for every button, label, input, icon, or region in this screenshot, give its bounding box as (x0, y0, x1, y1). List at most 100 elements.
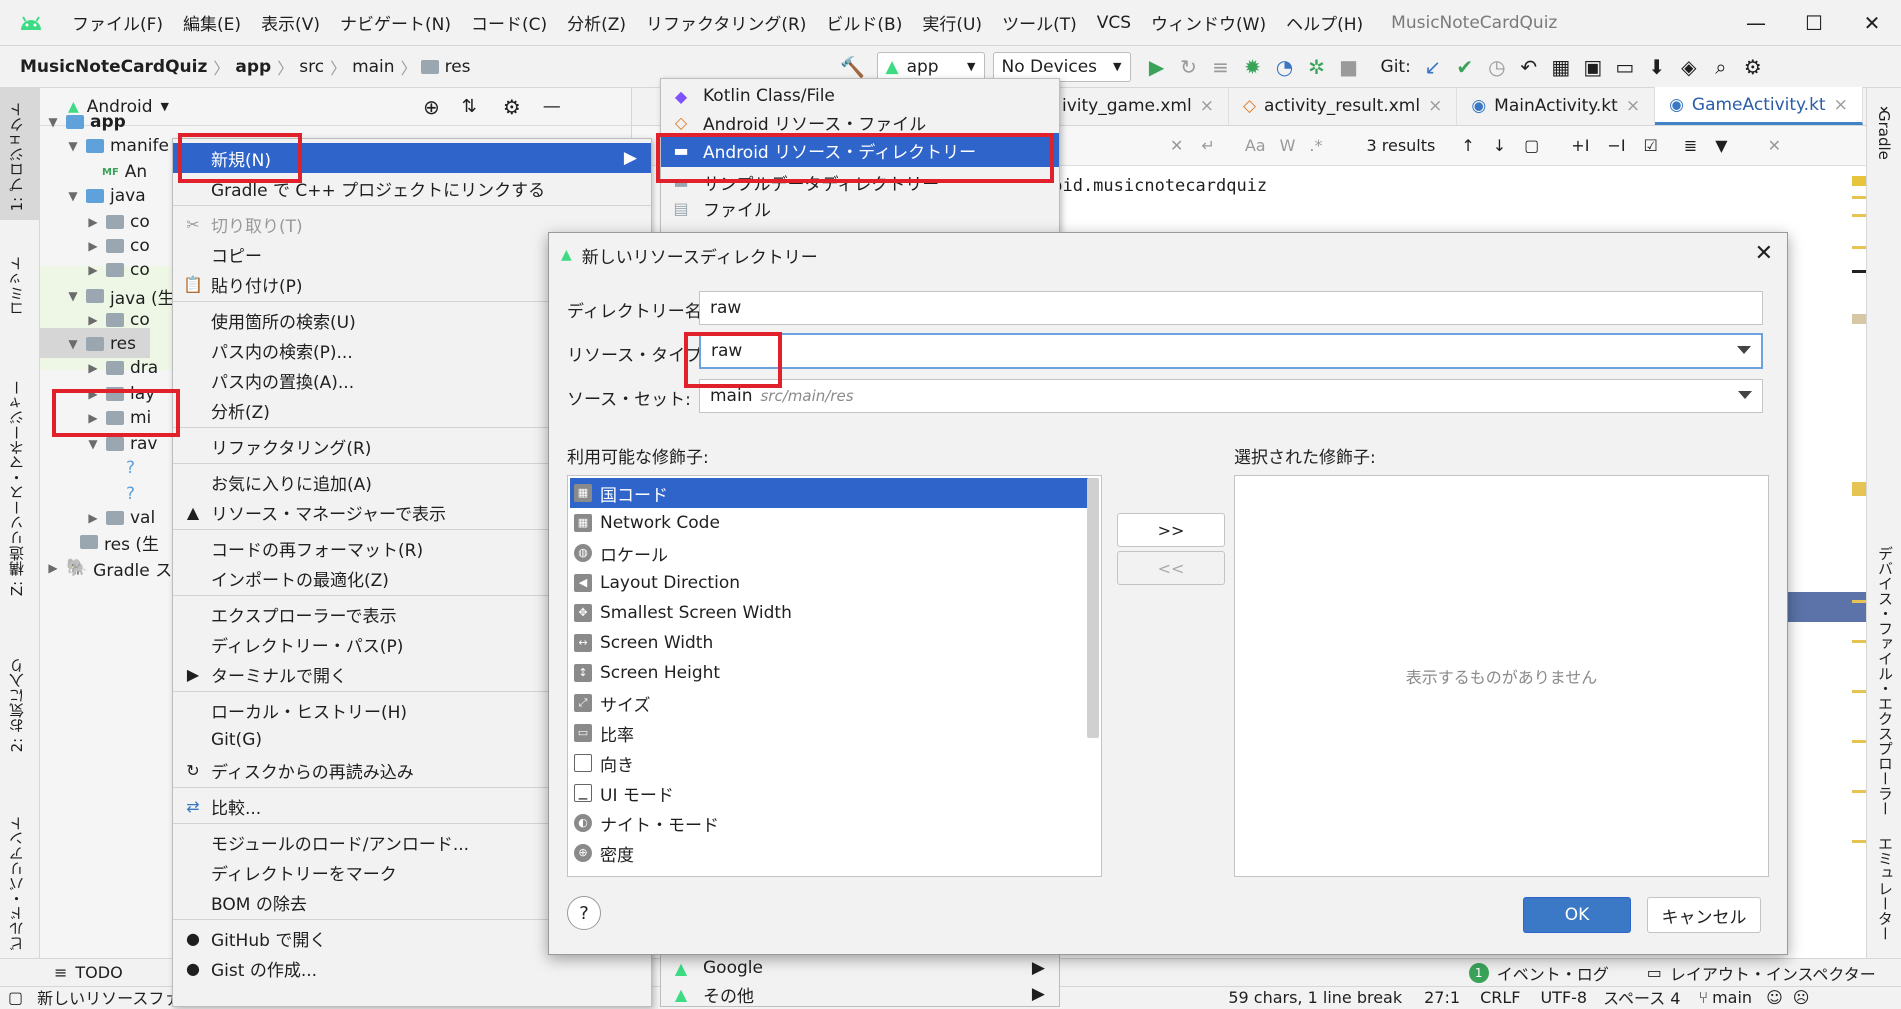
qualifier-item[interactable]: ⊕ 密度 (570, 838, 1100, 868)
submenu-item-other[interactable]: ▲ その他 ▶ (661, 979, 1059, 1009)
status-line-separator[interactable]: CRLF (1480, 988, 1520, 1007)
feedback-icon[interactable]: ☺ (1766, 988, 1783, 1007)
add-qualifier-button[interactable]: >> (1117, 513, 1225, 547)
tab-activity-result-xml[interactable]: ◇ activity_result.xml × (1229, 87, 1458, 125)
clear-search-icon[interactable]: ✕ (1170, 136, 1183, 155)
menu-item-create-gist[interactable]: ● Gist の作成... (173, 953, 651, 983)
qualifier-item[interactable]: ▭ 比率 (570, 718, 1100, 748)
regex-icon[interactable]: .* (1309, 136, 1322, 155)
ok-button[interactable]: OK (1523, 897, 1631, 933)
close-tab-icon[interactable]: × (1428, 96, 1442, 116)
tab-main-activity-kt[interactable]: ◉ MainActivity.kt × (1457, 87, 1656, 125)
attach-debugger-icon[interactable]: ✲ (1301, 52, 1333, 82)
tree-item-raw-file[interactable]: ? (126, 454, 135, 482)
menu-tools[interactable]: ツール(T) (992, 10, 1087, 35)
run-config-dropdown[interactable]: ▲ app ▼ (876, 51, 985, 82)
tree-item-java[interactable]: ▼ java (66, 182, 145, 210)
select-all-icon[interactable]: ☑ (1644, 136, 1658, 155)
source-set-select[interactable]: main src/main/res (699, 379, 1763, 413)
tree-item-manifests[interactable]: ▼ manife (66, 132, 169, 160)
locate-icon[interactable]: ⊕ (423, 95, 440, 119)
device-dropdown[interactable]: No Devices ▼ (992, 51, 1131, 82)
menu-run[interactable]: 実行(U) (912, 10, 992, 35)
menu-edit[interactable]: 編集(E) (173, 10, 251, 35)
layout-icon[interactable]: ▣ (1577, 52, 1609, 82)
git-update-icon[interactable]: ↙ (1417, 52, 1449, 82)
selected-qualifiers-list[interactable]: 表示するものがありません (1234, 475, 1769, 877)
close-window-icon[interactable]: ✕ (1843, 0, 1901, 46)
event-log-tab[interactable]: イベント・ログ (1497, 961, 1609, 985)
qualifier-item[interactable]: ◍ ロケール (570, 538, 1100, 568)
tool-tab-project[interactable]: 1: プロジェクト (6, 102, 27, 211)
menu-navigate[interactable]: ナビゲート(N) (330, 10, 461, 35)
status-git-branch[interactable]: main (1712, 988, 1752, 1007)
status-encoding[interactable]: UTF-8 (1540, 988, 1587, 1007)
qualifier-item[interactable]: 向き (570, 748, 1100, 778)
settings-icon[interactable]: ⚙ (1737, 52, 1769, 82)
select-all-occurrences-icon[interactable]: ▢ (1524, 136, 1539, 155)
qualifier-item[interactable]: ✥ Smallest Screen Width (570, 598, 1100, 628)
qualifier-item[interactable]: ▁ UI モード (570, 778, 1100, 808)
minimize-icon[interactable]: — (1727, 0, 1785, 46)
todo-tab[interactable]: TODO (75, 963, 122, 982)
close-icon[interactable]: ✕ (1755, 241, 1773, 266)
dependency-icon[interactable]: ◈ (1673, 52, 1705, 82)
code-line[interactable]: roid.musicnotecardquiz (1042, 176, 1267, 196)
breadcrumb-main[interactable]: main (346, 57, 400, 77)
tree-item-gradle-scripts[interactable]: ▶ 🐘 Gradle ス (46, 554, 172, 582)
resource-type-select[interactable]: raw (699, 333, 1763, 369)
search-icon[interactable]: ⌕ (1705, 52, 1737, 82)
hammer-icon[interactable]: 🔨 (837, 52, 869, 82)
gear-icon[interactable]: ⚙ (503, 95, 521, 119)
profile-icon[interactable]: ◔ (1269, 52, 1301, 82)
qualifier-item[interactable]: ↔ Screen Width (570, 628, 1100, 658)
filter-icon[interactable]: ▼ (1715, 136, 1727, 155)
chevron-down-icon[interactable]: ▼ (161, 100, 169, 113)
menu-view[interactable]: 表示(V) (251, 10, 330, 35)
menu-window[interactable]: ウィンドウ(W) (1141, 10, 1276, 35)
git-rollback-icon[interactable]: ↶ (1513, 52, 1545, 82)
git-commit-icon[interactable]: ✔ (1449, 52, 1481, 82)
tool-tab-structure[interactable]: Z: 構造 (6, 546, 27, 596)
qualifier-item[interactable]: ↕ Screen Height (570, 658, 1100, 688)
next-occurrence-icon[interactable]: ↓ (1493, 136, 1506, 155)
tree-item-drawable[interactable]: ▶ dra (86, 354, 158, 382)
status-selection[interactable]: 59 chars, 1 line break (1228, 988, 1402, 1007)
tool-tab-favorites[interactable]: 2: お気に入り (6, 658, 27, 752)
search-options-icon[interactable]: ≣ (1684, 136, 1697, 155)
tab-list-chevron-icon[interactable]: ⌄ (1863, 87, 1901, 125)
apply-code-icon[interactable]: ≡ (1205, 52, 1237, 82)
tab-game-activity-kt[interactable]: ◉ GameActivity.kt × (1655, 87, 1863, 125)
close-find-icon[interactable]: ✕ (1768, 136, 1781, 155)
close-tab-icon[interactable]: × (1200, 96, 1214, 116)
menu-help[interactable]: ヘルプ(H) (1276, 10, 1373, 35)
whole-word-icon[interactable]: W (1280, 136, 1296, 155)
remove-occurrence-icon[interactable]: −I (1607, 136, 1625, 155)
tool-tab-emulator[interactable]: エミュレーター (1875, 836, 1896, 941)
tool-tab-commit[interactable]: コミット (6, 256, 27, 316)
menu-vcs[interactable]: VCS (1087, 13, 1141, 33)
close-tab-icon[interactable]: × (1626, 96, 1640, 116)
qualifier-item[interactable]: ▦ 国コード (570, 478, 1088, 508)
breadcrumb-project[interactable]: MusicNoteCardQuiz (14, 57, 213, 77)
layout-inspector-tab[interactable]: レイアウト・インスペクター (1670, 961, 1876, 985)
sdk-manager-icon[interactable]: ⬇ (1641, 52, 1673, 82)
tool-tab-resource-manager[interactable]: リソース・マネージャー (6, 380, 27, 545)
avd-manager-icon[interactable]: ▭ (1609, 52, 1641, 82)
match-case-icon[interactable]: Aa (1245, 136, 1266, 155)
breadcrumb-app[interactable]: app (229, 57, 277, 77)
available-qualifiers-list[interactable]: ▦ 国コード ▦ Network Code ◍ ロケール ◀ Layout Direct… (567, 475, 1102, 877)
close-tab-icon[interactable]: × (1834, 95, 1848, 115)
run-icon[interactable]: ▶ (1141, 52, 1173, 82)
collapse-all-icon[interactable]: ⇅ (462, 96, 477, 117)
memory-icon[interactable]: ☹ (1793, 988, 1810, 1007)
breadcrumb-src[interactable]: src (293, 57, 330, 77)
menu-build[interactable]: ビルド(B) (816, 10, 912, 35)
stop-icon[interactable]: ■ (1333, 52, 1365, 82)
menu-file[interactable]: ファイル(F) (62, 10, 173, 35)
status-indent[interactable]: スペース 4 (1603, 985, 1680, 1009)
breadcrumb-res[interactable]: res (439, 57, 477, 77)
submenu-item-file[interactable]: ▤ ファイル (661, 193, 1059, 223)
menu-code[interactable]: コード(C) (461, 10, 557, 35)
tool-tab-build-variants[interactable]: ビルド・バリアント (6, 816, 27, 951)
